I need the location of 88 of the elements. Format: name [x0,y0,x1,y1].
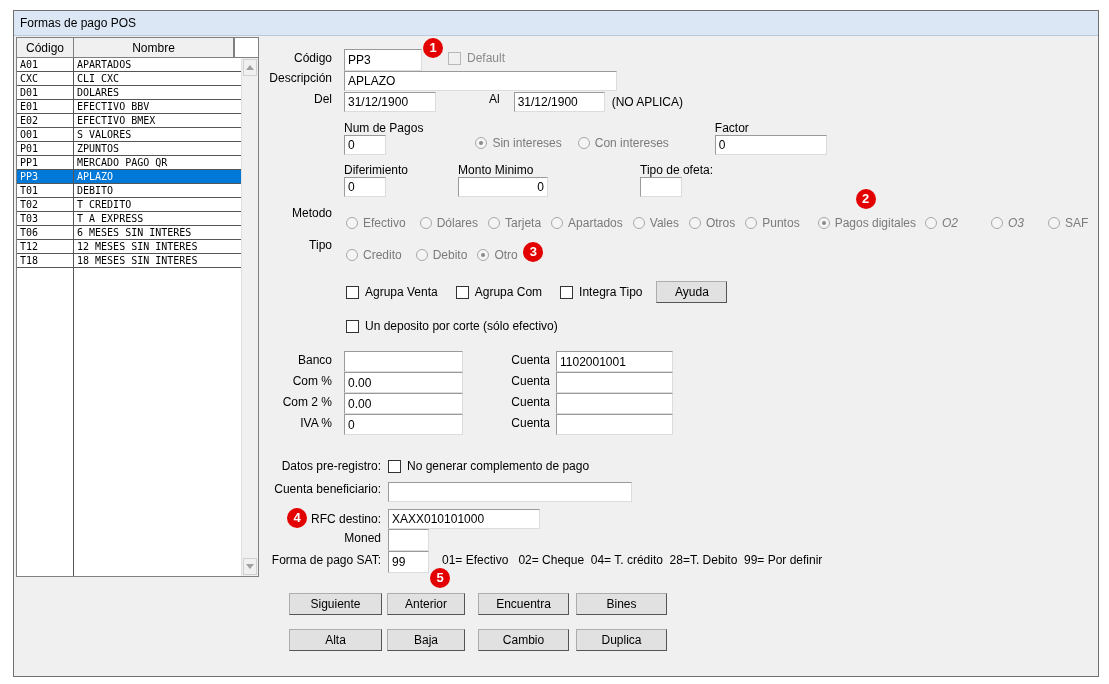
field-label: Cuenta [510,373,550,390]
input-field[interactable] [344,351,463,372]
checkbox[interactable]: Un deposito por corte (sólo efectivo) [346,317,558,335]
form-button[interactable]: Bines [576,593,667,615]
form-button[interactable]: Duplica [576,629,667,651]
field-label: Banco [296,352,332,369]
field-label: Tipo [308,237,332,254]
input-field[interactable]: PP3 [344,49,422,71]
input-field[interactable] [640,177,683,197]
checkbox[interactable]: Integra Tipo [560,283,643,301]
input-field[interactable]: 31/12/1900 [513,92,605,112]
number-badge: 2 [855,189,876,209]
number-badge: 4 [287,508,307,528]
field-label: Descripción [268,70,332,87]
list-row[interactable]: PP3 APLAZO [17,170,241,184]
list-row[interactable]: E01 EFECTIVO BBV [17,100,241,114]
form-button[interactable]: Alta [289,629,382,651]
number-badge: 5 [430,568,450,588]
input-field[interactable] [556,372,673,393]
field-label: Factor [714,122,750,135]
input-field[interactable] [556,393,673,414]
form-button[interactable]: Siguiente [289,593,382,615]
list-row[interactable]: PP1 MERCADO PAGO QR [17,156,241,170]
input-field[interactable] [388,482,632,502]
number-badge: 1 [423,38,443,58]
field-label: Del [313,91,332,108]
input-field[interactable]: 0 [714,135,827,155]
input-field[interactable]: 0.00 [344,372,463,393]
list-row[interactable]: T18 18 MESES SIN INTERES [17,254,241,268]
field-label: IVA % [299,415,332,432]
up-arrow-icon [246,65,254,70]
field-label: Num de Pagos [344,122,424,135]
number-badge: 3 [523,242,544,262]
list-row[interactable]: T03 T A EXPRESS [17,212,241,226]
field-label: RFC destino: [310,510,381,528]
input-field[interactable]: 31/12/1900 [344,92,436,112]
input-field[interactable] [556,414,673,435]
field-label: Com % [291,373,332,390]
field-label: Cuenta [510,415,550,432]
window-title: Formas de pago POS [20,15,137,32]
form-button[interactable]: Cambio [478,629,569,651]
field-label: Al [489,91,500,108]
input-field[interactable]: 1102001001 [556,351,673,372]
checkbox[interactable]: No generar complemento de pago [388,457,590,475]
legend-text: 01= Efectivo 02= Cheque 04= T. crédito 28=T. Debito 99= Por definir [442,552,823,569]
scroll-down-button[interactable] [243,558,257,575]
list-row[interactable]: O01 S VALORES [17,128,241,142]
field-label: Tipo de ofeta: [640,164,713,177]
field-label: Com 2 % [281,394,332,411]
input-field[interactable]: 0 [344,177,386,197]
field-label: Moned [343,530,381,547]
input-field[interactable]: 0.00 [344,393,463,414]
field-label: Cuenta [510,352,550,369]
input-field[interactable]: 0 [344,414,463,435]
input-field[interactable]: XAXX010101000 [388,509,540,529]
checkbox[interactable]: Agrupa Venta [346,283,438,301]
scroll-up-button[interactable] [243,59,257,76]
field-label: Código [292,50,332,67]
down-arrow-icon [246,564,254,569]
list-row[interactable]: E02 EFECTIVO BMEX [17,114,241,128]
field-label: Cuenta [510,394,550,411]
form-button[interactable]: Encuentra [478,593,569,615]
column-header[interactable]: Código [17,38,74,57]
form-button[interactable]: Anterior [387,593,465,615]
input-field[interactable]: APLAZO [344,71,617,91]
input-field[interactable]: 0 [344,135,386,155]
field-label: Datos pre-registro: [280,458,381,475]
note-text: (NO APLICA) [611,94,684,111]
list-row[interactable]: A01 APARTADOS [17,58,241,72]
field-label: Forma de pago SAT: [270,552,381,569]
list-row[interactable]: D01 DOLARES [17,86,241,100]
input-field[interactable]: 99 [388,551,429,573]
list-row[interactable]: T12 12 MESES SIN INTERES [17,240,241,254]
field-label: Metodo [290,205,332,222]
checkbox[interactable]: Agrupa Com [455,283,543,301]
input-field[interactable]: 0 [458,177,549,197]
list-row[interactable]: T01 DEBITO [17,184,241,198]
form-button[interactable]: Ayuda [656,281,728,303]
field-label: Monto Minimo [458,164,535,177]
form-button[interactable]: Baja [387,629,465,651]
list-row[interactable]: P01 ZPUNTOS [17,142,241,156]
list-row[interactable]: CXC CLI CXC [17,72,241,86]
list-row[interactable]: T06 6 MESES SIN INTERES [17,226,241,240]
list-row[interactable]: T02 T CREDITO [17,198,241,212]
input-field[interactable] [388,529,429,551]
field-label: Diferimiento [344,164,409,177]
scrollbar[interactable] [241,58,258,576]
field-label: Cuenta beneficiario: [273,481,381,498]
